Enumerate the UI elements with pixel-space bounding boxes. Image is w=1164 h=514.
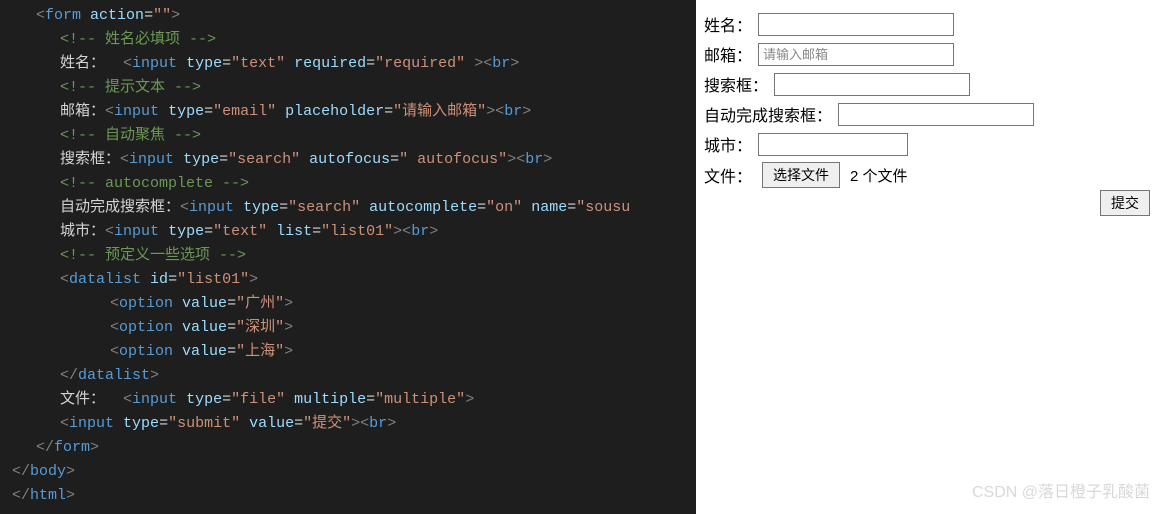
code-comment: <!-- 姓名必填项 --> — [0, 28, 696, 52]
code-comment: <!-- 提示文本 --> — [0, 76, 696, 100]
code-line: </body> — [0, 460, 696, 484]
file-select-button[interactable]: 选择文件 — [762, 162, 840, 188]
watermark: CSDN @落日橙子乳酸菌 — [972, 478, 1150, 502]
name-input[interactable] — [758, 13, 954, 36]
browser-preview: 姓名： 邮箱： 搜索框： 自动完成搜索框： 城市： 文件： 选择文件 2 个文件… — [696, 0, 1164, 514]
city-label: 城市： — [704, 132, 752, 156]
form-row-city: 城市： — [704, 132, 1156, 156]
code-line: </form> — [0, 436, 696, 460]
code-line: 搜索框：<input type="search" autofocus=" aut… — [0, 148, 696, 172]
city-input[interactable] — [758, 133, 908, 156]
file-label: 文件： — [704, 163, 752, 187]
code-line: <datalist id="list01"> — [0, 268, 696, 292]
code-comment: <!-- 自动聚焦 --> — [0, 124, 696, 148]
code-line: 文件： <input type="file" multiple="multipl… — [0, 388, 696, 412]
submit-button[interactable]: 提交 — [1100, 190, 1150, 216]
form-row-file: 文件： 选择文件 2 个文件 — [704, 162, 1156, 188]
form-row-autosearch: 自动完成搜索框： — [704, 102, 1156, 126]
form-row-email: 邮箱： — [704, 42, 1156, 66]
file-status: 2 个文件 — [850, 165, 908, 186]
code-editor: <form action=""> <!-- 姓名必填项 --> 姓名： <inp… — [0, 0, 696, 514]
code-line: <option value="深圳"> — [0, 316, 696, 340]
code-comment: <!-- autocomplete --> — [0, 172, 696, 196]
code-line: 邮箱：<input type="email" placeholder="请输入邮… — [0, 100, 696, 124]
code-line: <option value="广州"> — [0, 292, 696, 316]
form-row-search: 搜索框： — [704, 72, 1156, 96]
code-line: </html> — [0, 484, 696, 508]
code-line: 姓名： <input type="text" required="require… — [0, 52, 696, 76]
code-line: <input type="submit" value="提交"><br> — [0, 412, 696, 436]
email-input[interactable] — [758, 43, 954, 66]
autosearch-label: 自动完成搜索框： — [704, 102, 832, 126]
search-input[interactable] — [774, 73, 970, 96]
code-line: <option value="上海"> — [0, 340, 696, 364]
code-line: 城市：<input type="text" list="list01"><br> — [0, 220, 696, 244]
code-comment: <!-- 预定义一些选项 --> — [0, 244, 696, 268]
autosearch-input[interactable] — [838, 103, 1034, 126]
name-label: 姓名： — [704, 12, 752, 36]
code-line: <form action=""> — [0, 4, 696, 28]
code-line: 自动完成搜索框：<input type="search" autocomplet… — [0, 196, 696, 220]
search-label: 搜索框： — [704, 72, 768, 96]
code-line: </datalist> — [0, 364, 696, 388]
email-label: 邮箱： — [704, 42, 752, 66]
form-row-name: 姓名： — [704, 12, 1156, 36]
